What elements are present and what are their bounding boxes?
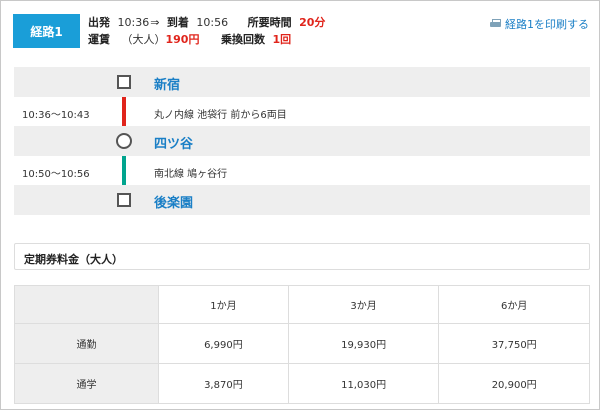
segment-time: 10:50～10:56: [22, 169, 90, 180]
station-row: 後楽園: [14, 185, 590, 215]
station-square-icon: [117, 193, 131, 207]
line-color-bar: [122, 97, 126, 126]
arrow-icon: ⇒: [150, 16, 160, 29]
commuter-pass-header: 定期券料金（大人）: [14, 243, 590, 270]
segment-row: 10:50～10:56 南北線 鳩ヶ谷行: [14, 156, 590, 185]
price-cell: 11,030円: [287, 363, 440, 404]
segment-row: 10:36～10:43 丸ノ内線 池袋行 前から6両目: [14, 97, 590, 126]
column-header: 3か月: [287, 285, 440, 324]
price-cell: 20,900円: [438, 363, 590, 404]
transfer-circle-icon: [116, 133, 132, 149]
station-name-yotsuya[interactable]: 四ツ谷: [154, 133, 193, 152]
price-cell: 37,750円: [438, 323, 590, 364]
price-cell: 19,930円: [287, 323, 440, 364]
station-square-icon: [117, 75, 131, 89]
transfers-label: 乗換回数: [220, 33, 265, 46]
commuter-pass-table: 1か月 3か月 6か月 通勤 6,990円 19,930円 37,750円 通学…: [14, 285, 590, 404]
row-header: 通勤: [14, 323, 159, 364]
station-row: 四ツ谷: [14, 126, 590, 156]
printer-icon: [490, 19, 501, 29]
segment-time: 10:36～10:43: [22, 110, 90, 121]
fare-value: 190円: [165, 33, 200, 46]
table-row: 通勤 6,990円 19,930円 37,750円: [14, 323, 590, 364]
commuter-pass-title: 定期券料金（大人）: [24, 253, 123, 266]
print-label: 経路1を印刷する: [505, 18, 589, 31]
column-header: 6か月: [438, 285, 590, 324]
row-header: 通学: [14, 363, 159, 404]
summary-row-times: 出発 10:36⇒ 到着 10:56 所要時間 20分: [88, 16, 329, 30]
table-corner-cell: [14, 285, 159, 324]
station-name-korakuen[interactable]: 後楽園: [154, 192, 193, 211]
table-row: 通学 3,870円 11,030円 20,900円: [14, 363, 590, 404]
price-cell: 6,990円: [158, 323, 289, 364]
station-name-shinjuku[interactable]: 新宿: [154, 74, 180, 93]
duration-value: 20分: [299, 16, 326, 29]
station-row: 新宿: [14, 67, 590, 97]
line-color-bar: [122, 156, 126, 185]
transfers-value: 1回: [272, 33, 292, 46]
arrive-label: 到着: [166, 16, 189, 29]
fare-label: 運賃: [88, 33, 110, 46]
price-cell: 3,870円: [158, 363, 289, 404]
route-label: 経路1: [30, 24, 63, 39]
table-header-row: 1か月 3か月 6か月: [14, 285, 590, 324]
arrive-time: 10:56: [196, 16, 229, 29]
column-header: 1か月: [158, 285, 289, 324]
segment-line: 南北線 鳩ヶ谷行: [154, 169, 228, 180]
depart-time: 10:36: [117, 16, 150, 29]
duration-label: 所要時間: [247, 16, 292, 29]
route-detail: 新宿 10:36～10:43 丸ノ内線 池袋行 前から6両目 四ツ谷 10:50…: [14, 67, 590, 215]
print-route-link[interactable]: 経路1を印刷する: [490, 16, 589, 32]
fare-type: （大人）: [121, 33, 166, 46]
route-badge: 経路1: [13, 14, 80, 48]
summary-row-fare: 運賃 （大人）190円 乗換回数 1回: [88, 33, 295, 47]
depart-label: 出発: [88, 16, 110, 29]
segment-line: 丸ノ内線 池袋行 前から6両目: [154, 110, 287, 121]
